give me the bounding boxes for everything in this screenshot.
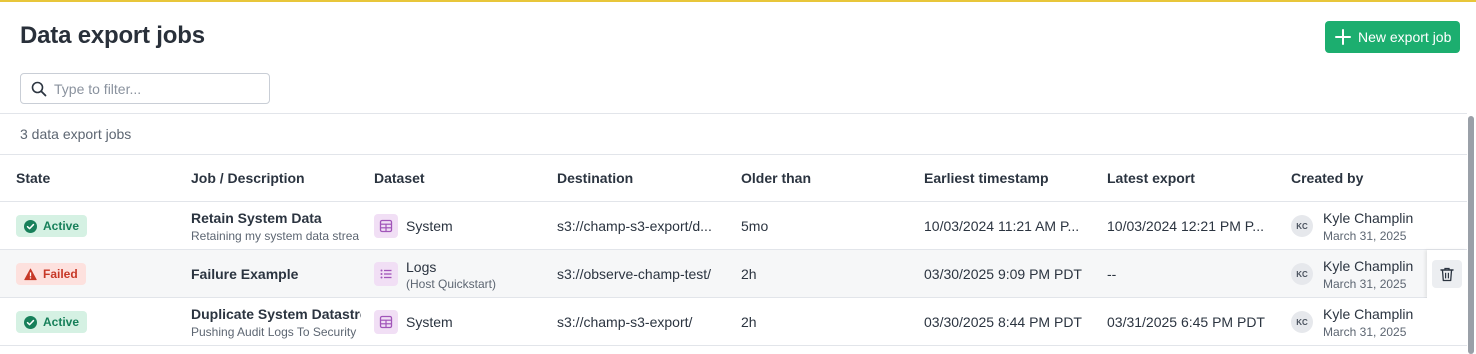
status-badge: Failed [16,263,86,285]
status-badge: Active [16,215,88,237]
latest-export: 10/03/2024 12:21 PM P... [1107,218,1264,234]
top-accent-bar [0,0,1476,2]
check-circle-icon [24,315,37,329]
column-header-earliest[interactable]: Earliest timestamp [924,170,1049,186]
row-actions [1427,250,1467,298]
check-circle-icon [24,219,37,233]
table-row[interactable]: Active Retain System Data Retaining my s… [0,202,1467,250]
avatar: KC [1291,263,1313,285]
new-export-job-label: New export job [1358,29,1452,45]
table-icon [374,310,398,334]
new-export-job-button[interactable]: New export job [1325,21,1460,53]
avatar: KC [1291,311,1313,333]
filter-input[interactable] [54,80,254,97]
job-count: 3 data export jobs [20,126,132,142]
job-description: Retaining my system data strea [191,229,359,243]
status-label: Failed [43,267,78,281]
creator-name: Kyle Champlin [1323,258,1414,274]
column-header-state[interactable]: State [16,170,50,186]
older-than: 2h [741,314,757,330]
divider [0,154,1467,155]
dataset-link[interactable]: System [406,218,453,234]
older-than: 5mo [741,218,769,234]
job-name-link[interactable]: Retain System Data [191,210,361,226]
scrollbar-thumb[interactable] [1468,116,1474,354]
list-icon [374,262,398,286]
earliest-timestamp: 03/30/2025 8:44 PM PDT [924,314,1082,330]
warning-triangle-icon [24,268,37,280]
column-header-destination[interactable]: Destination [557,170,633,186]
created-date: March 31, 2025 [1323,325,1407,339]
table-row[interactable]: Active Duplicate System Datastre Pushing… [0,298,1467,346]
job-description: Pushing Audit Logs To Security T [191,325,359,339]
column-header-latest[interactable]: Latest export [1107,170,1195,186]
destination: s3://observe-champ-test/ [557,266,712,282]
status-label: Active [43,219,80,233]
destination: s3://champ-s3-export/d... [557,218,712,234]
job-name-link[interactable]: Failure Example [191,266,361,282]
filter-box[interactable] [20,73,270,104]
delete-button[interactable] [1432,260,1462,288]
dataset-link[interactable]: Logs [406,259,436,275]
creator-name: Kyle Champlin [1323,306,1414,322]
column-header-dataset[interactable]: Dataset [374,170,425,186]
dataset-link[interactable]: System [406,314,453,330]
created-date: March 31, 2025 [1323,277,1407,291]
earliest-timestamp: 03/30/2025 9:09 PM PDT [924,266,1082,282]
creator-name: Kyle Champlin [1323,210,1414,226]
search-icon [31,81,47,96]
latest-export: -- [1107,266,1117,282]
status-badge: Active [16,311,88,333]
divider [0,113,1467,114]
column-header-older-than[interactable]: Older than [741,170,811,186]
older-than: 2h [741,266,757,282]
trash-icon [1440,267,1454,281]
earliest-timestamp: 10/03/2024 11:21 AM P... [924,218,1080,234]
vertical-scrollbar[interactable] [1467,116,1475,354]
status-label: Active [43,315,80,329]
column-header-job[interactable]: Job / Description [191,170,305,186]
job-name-link[interactable]: Duplicate System Datastre [191,306,361,322]
plus-icon [1335,29,1351,45]
destination: s3://champ-s3-export/ [557,314,693,330]
table-icon [374,214,398,238]
dataset-subtitle: (Host Quickstart) [406,277,497,291]
page-title: Data export jobs [20,22,205,49]
latest-export: 03/31/2025 6:45 PM PDT [1107,314,1265,330]
created-date: March 31, 2025 [1323,229,1407,243]
table-row[interactable]: Failed Failure Example Logs (Host Quicks… [0,250,1467,298]
avatar: KC [1291,215,1313,237]
column-header-created-by[interactable]: Created by [1291,170,1363,186]
